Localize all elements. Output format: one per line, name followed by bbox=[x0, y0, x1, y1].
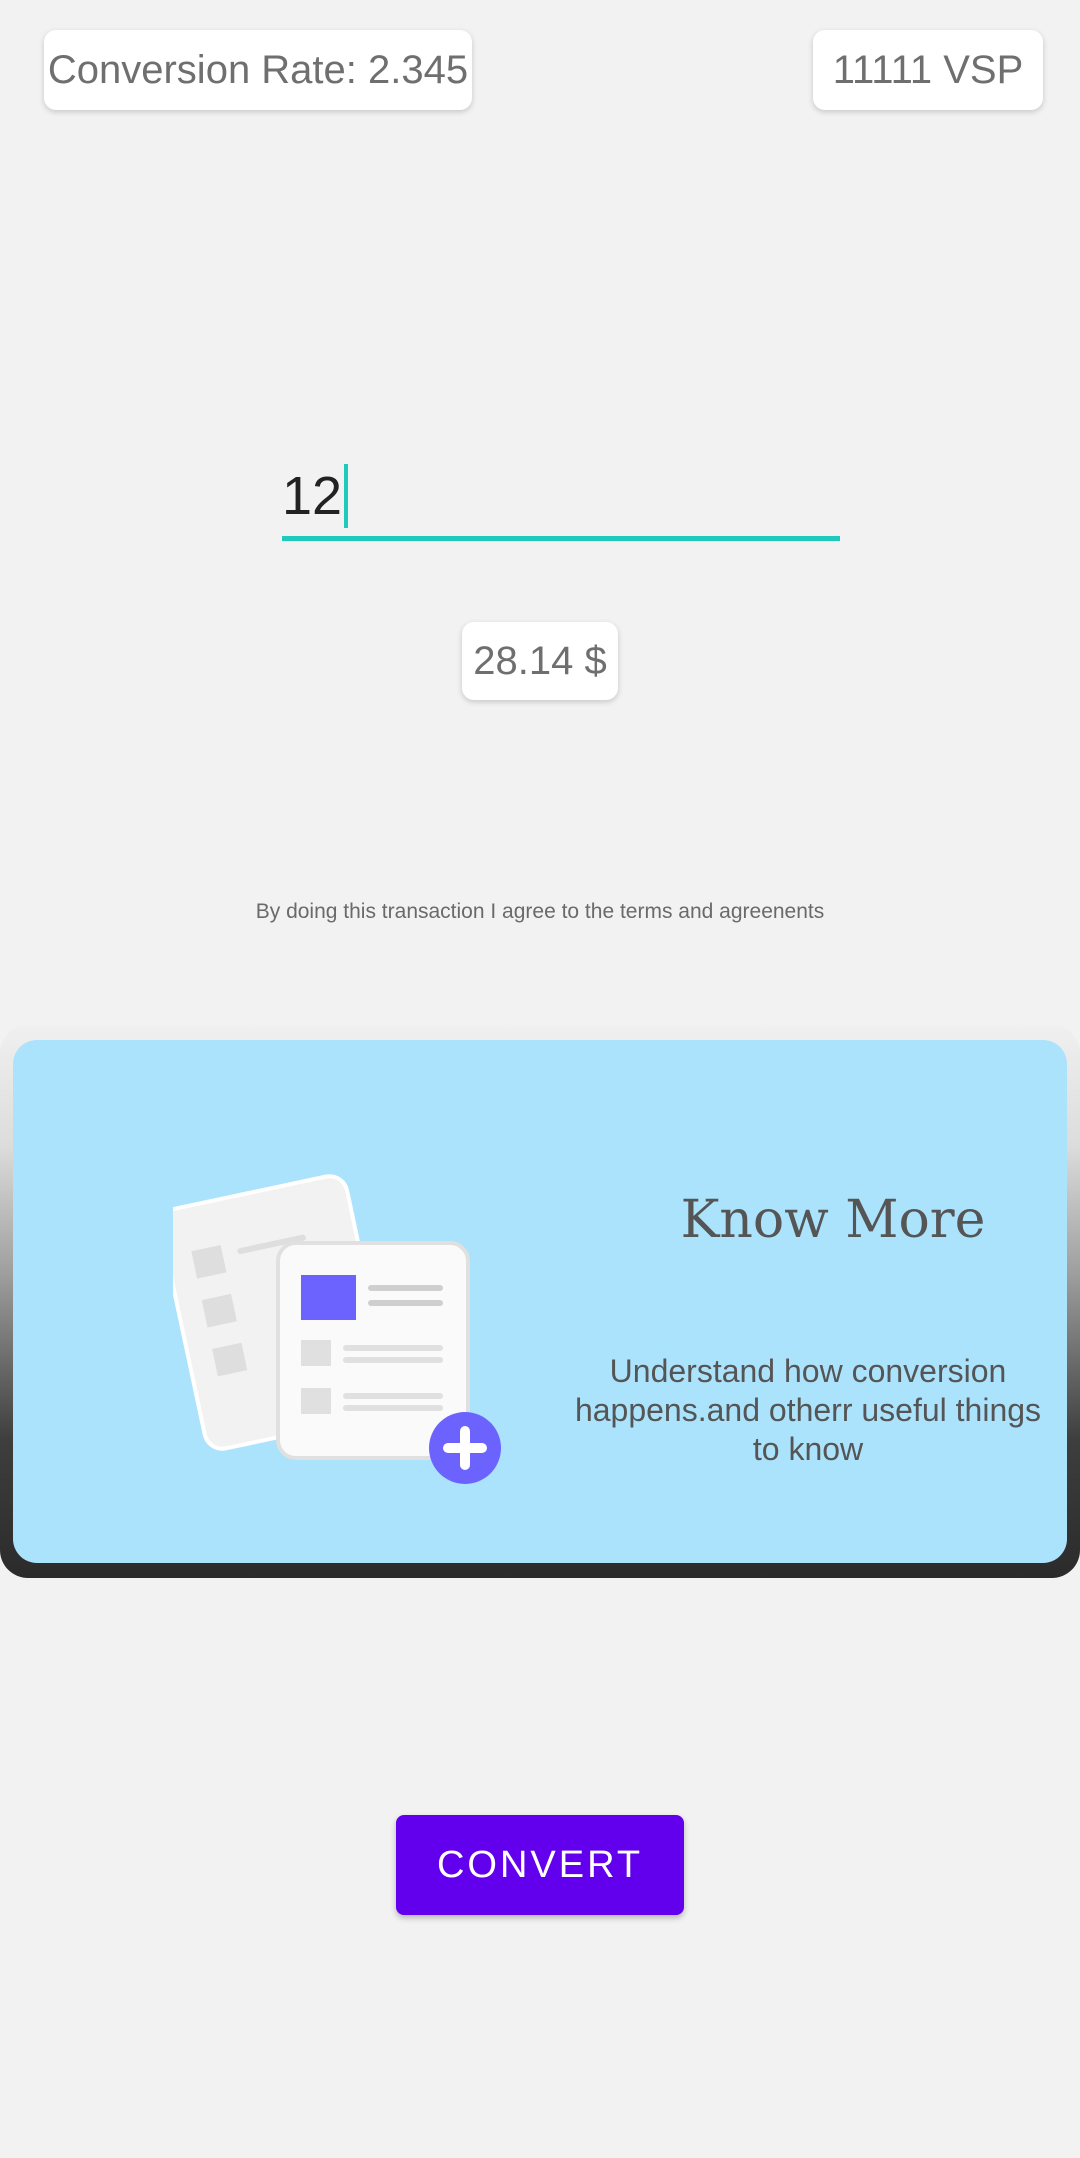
converter-screen: Conversion Rate: 2.345 11111 VSP 12 28.1… bbox=[0, 0, 1080, 2158]
documents-add-illustration bbox=[173, 1174, 501, 1484]
text-caret bbox=[344, 464, 349, 528]
know-more-title: Know More bbox=[680, 1190, 986, 1250]
balance-label: 11111 VSP bbox=[813, 30, 1043, 110]
know-more-card-shadow: Know More Understand how conversion happ… bbox=[0, 1025, 1080, 1578]
conversion-rate-label: Conversion Rate: 2.345 bbox=[44, 30, 472, 110]
know-more-description: Understand how conversion happens.and ot… bbox=[574, 1353, 1042, 1467]
know-more-card[interactable]: Know More Understand how conversion happ… bbox=[13, 1040, 1067, 1563]
amount-input[interactable]: 12 bbox=[282, 456, 840, 541]
converted-result-label: 28.14 $ bbox=[462, 622, 618, 700]
terms-text: By doing this transaction I agree to the… bbox=[255, 900, 825, 923]
convert-button[interactable]: CONVERT bbox=[396, 1815, 684, 1915]
amount-input-value: 12 bbox=[282, 466, 343, 526]
